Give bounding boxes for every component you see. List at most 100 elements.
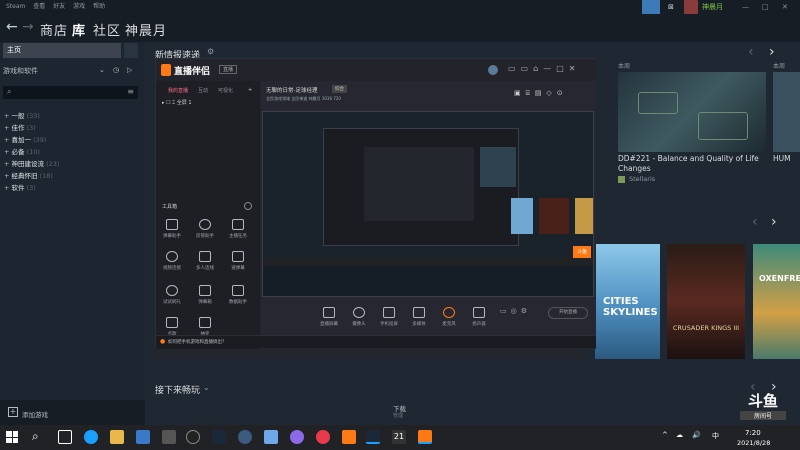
go-live-button[interactable]: 开始直播 bbox=[548, 307, 588, 319]
source-mic[interactable]: 麦克风 bbox=[438, 307, 460, 327]
menu-item-view[interactable]: 查看 bbox=[33, 0, 45, 14]
ime-indicator[interactable]: 中 bbox=[712, 431, 719, 441]
sidebar-category[interactable]: + 佳作 (3) bbox=[4, 122, 36, 132]
menu-item-steam[interactable]: Steam bbox=[6, 0, 25, 14]
news-card-image[interactable] bbox=[773, 72, 800, 152]
notice-text[interactable]: 如何把手机游戏和直播搞出？ bbox=[168, 339, 227, 345]
live-companion-taskbar-icon[interactable] bbox=[418, 430, 432, 444]
search-icon[interactable]: ⌕ bbox=[32, 429, 39, 444]
windows-start-icon[interactable] bbox=[6, 431, 18, 443]
stream-toolbar[interactable]: ▣⌸▤◇⊙ bbox=[514, 89, 568, 98]
library-filter-dropdown[interactable]: 游戏和软件 ⌄ ◷ ▷ bbox=[3, 66, 132, 76]
clock-date[interactable]: 2021/8/28 bbox=[737, 439, 770, 447]
sidebar-home-button[interactable]: 主页 bbox=[3, 43, 121, 58]
menu-item-friends[interactable]: 好友 bbox=[53, 0, 65, 14]
sidebar-category[interactable]: + 软件 (3) bbox=[4, 182, 36, 192]
forward-arrow-icon[interactable]: → bbox=[22, 19, 34, 35]
game-cover-crusader-kings[interactable]: CRUSADER KINGS III bbox=[667, 244, 745, 359]
news-card-image[interactable] bbox=[618, 72, 766, 152]
tab-my-live[interactable]: 我的直播 bbox=[168, 87, 188, 94]
chevron-down-icon[interactable]: ⌄ bbox=[203, 383, 210, 392]
news-card-source[interactable]: Stellaris bbox=[629, 175, 655, 183]
library-search-input[interactable]: ⌕ ≡ bbox=[3, 86, 138, 99]
tool-data-helper[interactable]: 数据助手 bbox=[227, 285, 249, 305]
shelf-prev-chevron-icon[interactable]: ‹ bbox=[752, 214, 758, 230]
game-cover-cities-skylines[interactable]: CITIES SKYLINES bbox=[595, 244, 660, 359]
steam-taskbar-icon[interactable] bbox=[212, 430, 226, 444]
minimize-button[interactable]: — bbox=[742, 0, 749, 14]
tool-video-link[interactable]: 视频连接 bbox=[161, 251, 183, 271]
add-game-button[interactable]: + 添加游戏 bbox=[0, 400, 145, 425]
tool-room-manager[interactable]: 房管助手 bbox=[194, 219, 216, 239]
menu-item-games[interactable]: 游戏 bbox=[73, 0, 85, 14]
steam-active-icon[interactable] bbox=[366, 430, 380, 444]
add-scene-icon[interactable]: + bbox=[248, 87, 252, 93]
sidebar-category[interactable]: + 必备 (10) bbox=[4, 146, 40, 156]
tab-visual[interactable]: 可视化 bbox=[218, 87, 233, 94]
extra-controls[interactable]: ▭◎⚙ bbox=[500, 307, 531, 315]
stream-title[interactable]: 无聊的日常-足球经理 bbox=[266, 86, 318, 94]
sidebar-category[interactable]: + 神田建设流 (23) bbox=[4, 158, 59, 168]
tab-library[interactable]: 库 bbox=[72, 20, 86, 39]
volume-icon[interactable]: 🔊 bbox=[692, 431, 701, 439]
tray-cloud-icon[interactable]: ☁ bbox=[676, 431, 683, 439]
tab-profile[interactable]: 神晨月 bbox=[125, 20, 167, 39]
close-button[interactable]: ✕ bbox=[782, 0, 788, 14]
mail-icon[interactable] bbox=[162, 430, 176, 444]
tool-song-request[interactable]: 点歌 bbox=[161, 317, 183, 337]
toolbox-more-icon[interactable] bbox=[244, 202, 252, 210]
sidebar-category[interactable]: + 喜加一 (39) bbox=[4, 134, 46, 144]
avatar[interactable] bbox=[684, 0, 698, 14]
tool-quick-danmu[interactable]: 速弹幕 bbox=[227, 251, 249, 271]
tab-store[interactable]: 商店 bbox=[40, 20, 68, 39]
source-camera[interactable]: 摄像头 bbox=[348, 307, 370, 327]
announce-icon[interactable] bbox=[642, 0, 660, 14]
back-arrow-icon[interactable]: ← bbox=[6, 19, 18, 35]
play-filter-icon[interactable]: ▷ bbox=[127, 66, 132, 74]
game-cover-oxenfree[interactable]: OXENFREE bbox=[753, 244, 800, 359]
netease-music-icon[interactable] bbox=[316, 430, 330, 444]
app-icon[interactable] bbox=[238, 430, 252, 444]
app-21-icon[interactable]: 21 bbox=[392, 430, 406, 444]
app-icon[interactable] bbox=[186, 430, 200, 444]
tool-danmu-box[interactable]: 弹幕箱 bbox=[194, 285, 216, 305]
shelf-next-chevron-icon[interactable]: › bbox=[771, 214, 777, 230]
grid-view-icon[interactable] bbox=[124, 43, 138, 58]
source-screen[interactable]: 直播屏幕 bbox=[318, 307, 340, 327]
news-next-chevron-icon[interactable]: › bbox=[769, 44, 775, 60]
news-card-title[interactable]: HUM bbox=[773, 154, 791, 163]
notification-icon[interactable]: ⊠ bbox=[668, 0, 674, 14]
tool-lottery[interactable]: 抽奖 bbox=[194, 317, 216, 337]
menu-item-help[interactable]: 帮助 bbox=[93, 0, 105, 14]
tray-expand-icon[interactable]: ^ bbox=[662, 431, 668, 439]
sidebar-category[interactable]: + 经典怀旧 (18) bbox=[4, 170, 53, 180]
app-icon[interactable] bbox=[290, 430, 304, 444]
source-phone[interactable]: 手机投屏 bbox=[378, 307, 400, 327]
store-icon[interactable] bbox=[136, 430, 150, 444]
scene-item[interactable]: ▸ ☐ ⌶ 全屏 1 bbox=[162, 99, 192, 106]
news-card-title[interactable]: DD#221 - Balance and Quality of Life Cha… bbox=[618, 154, 766, 174]
sidebar-category[interactable]: + 一般 (33) bbox=[4, 110, 40, 120]
tab-interact[interactable]: 互动 bbox=[198, 87, 208, 94]
news-prev-chevron-icon[interactable]: ‹ bbox=[748, 44, 754, 60]
edge-browser-icon[interactable] bbox=[84, 430, 98, 444]
window-controls[interactable]: ▭▭⌂—□✕ bbox=[508, 64, 580, 73]
recent-clock-icon[interactable]: ◷ bbox=[113, 66, 119, 74]
source-media[interactable]: 多媒体 bbox=[408, 307, 430, 327]
tool-host-task[interactable]: 主播任务 bbox=[227, 219, 249, 239]
settings-gear-icon[interactable]: ⚙ bbox=[207, 47, 214, 56]
task-view-icon[interactable] bbox=[58, 430, 72, 444]
file-explorer-icon[interactable] bbox=[110, 430, 124, 444]
tool-danmu-helper[interactable]: 弹幕助手 bbox=[161, 219, 183, 239]
tab-community[interactable]: 社区 bbox=[93, 20, 121, 39]
clock-time[interactable]: 7:20 bbox=[745, 429, 761, 437]
filter-sliders-icon[interactable]: ≡ bbox=[127, 87, 134, 96]
tool-multi-link[interactable]: 多人连线 bbox=[194, 251, 216, 271]
source-speaker[interactable]: 扬声器 bbox=[468, 307, 490, 327]
maximize-button[interactable]: □ bbox=[762, 0, 769, 14]
username[interactable]: 神晨月 bbox=[702, 0, 723, 14]
user-avatar[interactable] bbox=[488, 65, 498, 75]
app-icon[interactable] bbox=[342, 430, 356, 444]
tool-gift-test[interactable]: 试试刷礼 bbox=[161, 285, 183, 305]
app-icon[interactable] bbox=[264, 430, 278, 444]
